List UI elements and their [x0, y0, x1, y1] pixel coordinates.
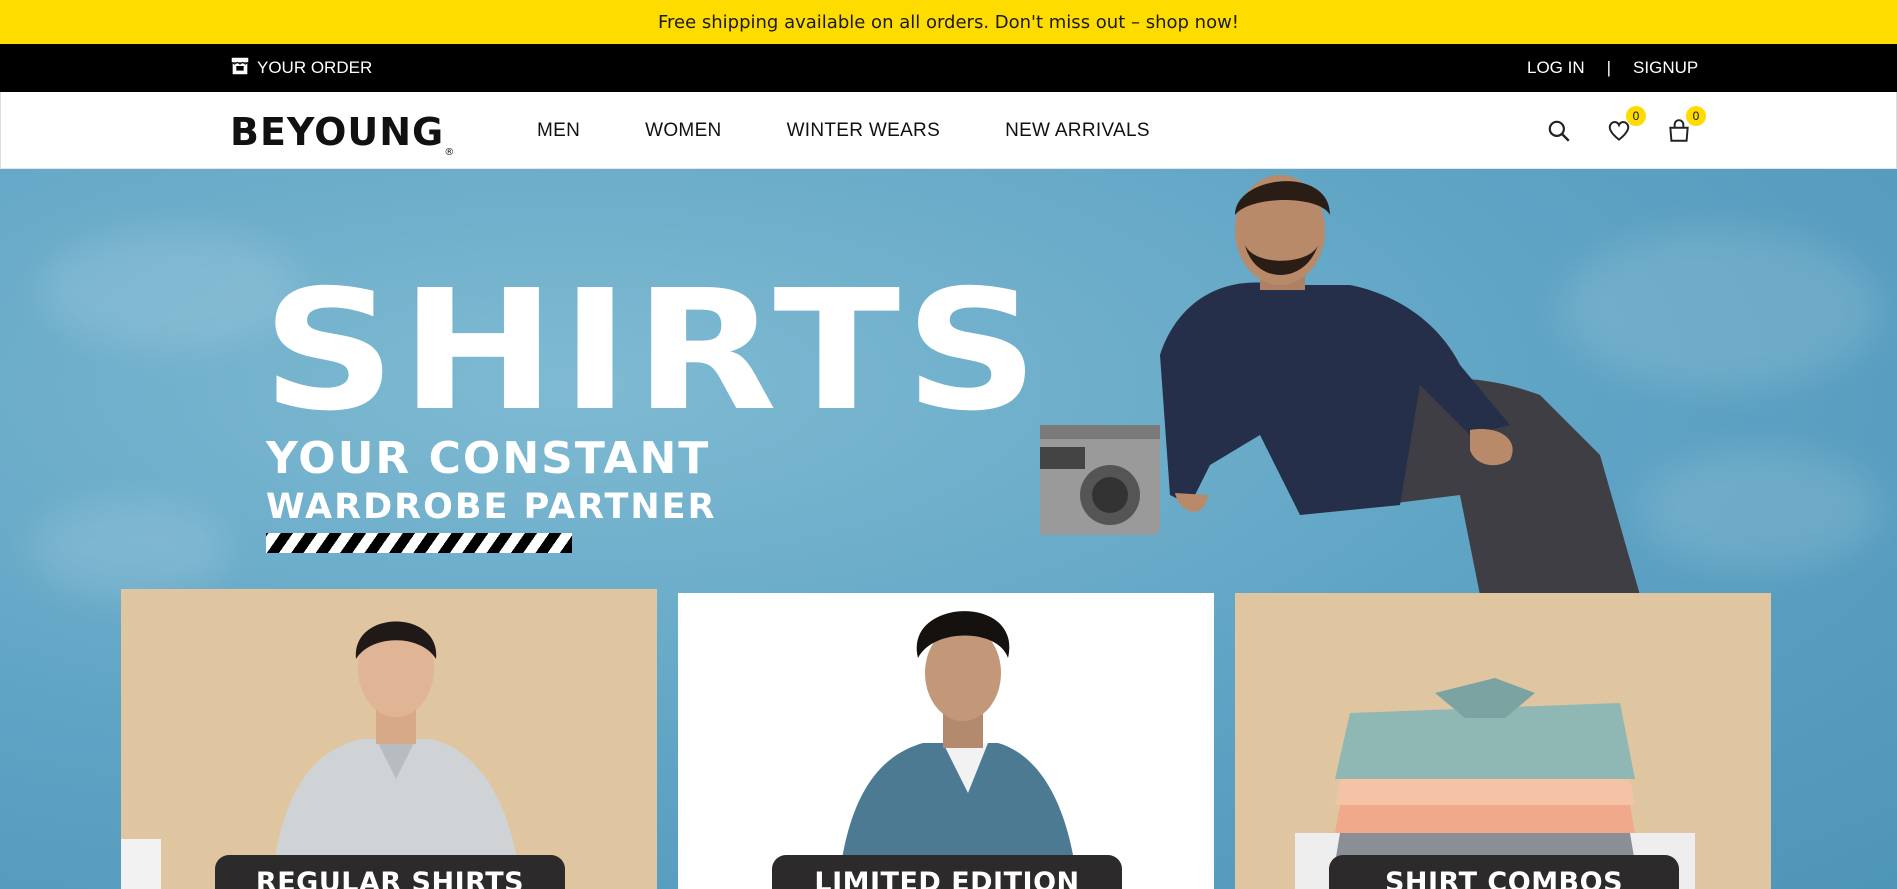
signup-link[interactable]: SIGNUP	[1633, 58, 1698, 78]
hero-subtitle-line2: WARDROBE PARTNER	[266, 487, 717, 527]
your-order-link[interactable]: YOUR ORDER	[229, 44, 372, 92]
brand-logo[interactable]: BEYOUNG®	[230, 110, 455, 158]
nav-item-men[interactable]: MEN	[537, 120, 580, 142]
announcement-text: Free shipping available on all orders. D…	[657, 11, 1240, 33]
category-cards: REGULAR SHIRTS LIMITED EDITION SHIRT COM…	[121, 589, 1771, 889]
category-card-limited-edition[interactable]: LIMITED EDITION	[678, 593, 1214, 889]
regular-shirts-label: REGULAR SHIRTS	[215, 855, 565, 889]
login-link[interactable]: LOG IN	[1527, 58, 1585, 78]
regular-shirts-image	[121, 589, 657, 889]
cloud-decoration	[40, 229, 300, 349]
cart-icon[interactable]: 0	[1666, 105, 1706, 144]
header-icons: 0 0	[1546, 92, 1706, 169]
search-icon[interactable]	[1546, 118, 1572, 144]
main-header: BEYOUNG® MEN WOMEN WINTER WEARS NEW ARRI…	[0, 92, 1897, 169]
hero-title: SHIRTS	[262, 255, 1044, 448]
nav-item-new-arrivals[interactable]: NEW ARRIVALS	[1005, 120, 1150, 142]
wishlist-icon[interactable]: 0	[1606, 105, 1646, 144]
your-order-label: YOUR ORDER	[257, 58, 373, 77]
shirt-combos-image	[1235, 593, 1771, 889]
hero-subtitle-line1: YOUR CONSTANT	[266, 433, 711, 484]
announcement-bar: Free shipping available on all orders. D…	[0, 0, 1897, 44]
logo-mark: ®	[444, 147, 456, 158]
store-icon	[229, 55, 251, 82]
category-card-regular-shirts[interactable]: REGULAR SHIRTS	[121, 589, 657, 889]
logo-text: BEYOUNG	[230, 110, 445, 154]
limited-edition-label: LIMITED EDITION	[772, 855, 1122, 889]
cloud-decoration	[1640, 449, 1880, 569]
nav-item-women[interactable]: WOMEN	[645, 120, 721, 142]
top-bar: YOUR ORDER LOG IN | SIGNUP	[0, 44, 1897, 92]
cloud-decoration	[30, 499, 230, 599]
hero-model-image	[1040, 175, 1640, 595]
cart-count-badge: 0	[1686, 105, 1706, 126]
wishlist-count-badge: 0	[1626, 105, 1646, 126]
shirt-combos-label: SHIRT COMBOS	[1329, 855, 1679, 889]
main-nav: MEN WOMEN WINTER WEARS NEW ARRIVALS	[537, 92, 1215, 169]
category-card-shirt-combos[interactable]: SHIRT COMBOS	[1235, 593, 1771, 889]
auth-separator: |	[1606, 58, 1612, 77]
limited-edition-image	[678, 593, 1214, 889]
nav-item-winter-wears[interactable]: WINTER WEARS	[787, 120, 941, 142]
hero-banner[interactable]: SHIRTS YOUR CONSTANT WARDROBE PARTNER RE…	[0, 169, 1897, 889]
auth-links: LOG IN | SIGNUP	[1527, 44, 1698, 92]
hero-stripe-decoration	[266, 533, 572, 553]
